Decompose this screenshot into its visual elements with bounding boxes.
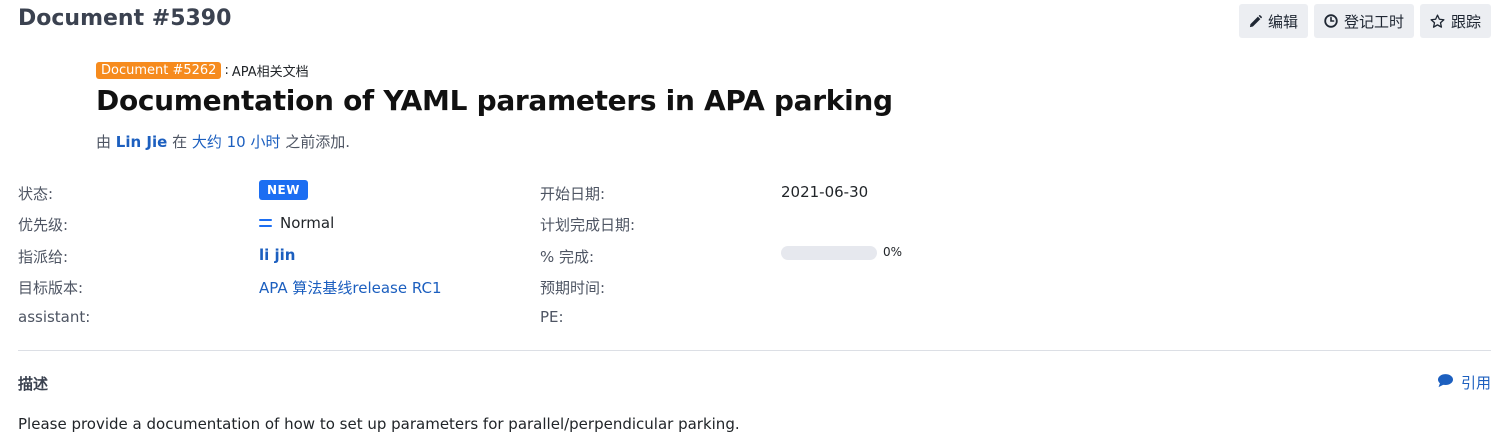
edit-button-label: 编辑 [1267,12,1298,31]
description-text: Please provide a documentation of how to… [18,415,740,433]
pencil-icon [1249,14,1262,28]
issue-page: Document #5390 编辑 登记工时 跟踪 Document #5262… [0,0,1507,446]
target-version-link[interactable]: APA 算法基线release RC1 [259,277,442,298]
status-label: 状态: [18,185,54,203]
speech-bubble-icon [1437,373,1454,392]
priority-text: Normal [280,214,335,232]
edit-button[interactable]: 编辑 [1238,4,1308,38]
page-title: Document #5390 [18,6,232,31]
parent-issue-title: APA相关文档 [231,65,309,80]
issue-actions: 编辑 登记工时 跟踪 [1238,4,1491,38]
clock-icon [1324,14,1338,28]
priority-label: 优先级: [18,216,69,234]
quote-button-label: 引用 [1460,374,1491,392]
issue-subject: Documentation of YAML parameters in APA … [96,84,893,117]
watch-button-label: 跟踪 [1450,12,1481,31]
parent-issue: Document #5262 : APA相关文档 [96,61,309,80]
priority-value: Normal [259,214,334,232]
log-time-button[interactable]: 登记工时 [1313,4,1414,38]
estimated-time-label: 预期时间: [540,279,606,297]
start-date-label: 开始日期: [540,185,606,203]
done-ratio-progress-bar [781,246,877,260]
parent-issue-link[interactable]: Document #5262 [96,62,222,79]
equals-icon [259,219,272,227]
watch-button[interactable]: 跟踪 [1419,4,1491,38]
section-divider [18,350,1491,351]
status-badge: NEW [259,180,308,200]
author-suffix: 之前添加. [285,133,351,151]
author-prefix: 由 [96,133,112,151]
due-date-label: 计划完成日期: [540,216,636,234]
assignee-label: 指派给: [18,248,69,266]
pe-label: PE: [540,308,564,326]
parent-separator: : [224,63,229,78]
description-heading: 描述 [18,375,49,393]
done-ratio-label: % 完成: [540,248,595,266]
quote-button[interactable]: 引用 [1437,372,1491,393]
log-time-button-label: 登记工时 [1343,12,1404,31]
author-mid: 在 [172,133,188,151]
assignee-link[interactable]: li jin [259,246,295,264]
author-line: 由 Lin Jie 在 大约 10 小时 之前添加. [96,131,350,152]
time-ago-link[interactable]: 大约 10 小时 [192,133,281,151]
start-date-value: 2021-06-30 [781,183,869,201]
assistant-label: assistant: [18,308,91,326]
author-link[interactable]: Lin Jie [116,133,168,151]
done-ratio-text: 0% [883,245,903,259]
target-version-label: 目标版本: [18,279,84,297]
star-icon [1430,13,1445,29]
